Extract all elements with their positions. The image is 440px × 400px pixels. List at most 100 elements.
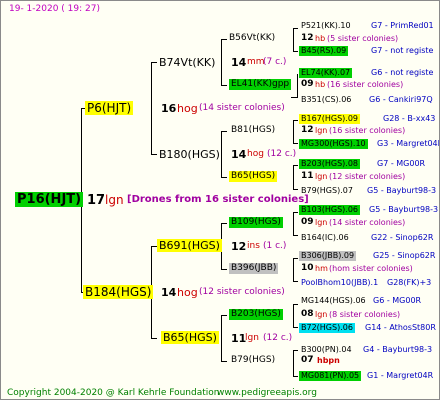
gen1-type: hog bbox=[177, 102, 198, 115]
connector-line bbox=[293, 304, 298, 305]
gen4-node[interactable]: P521(KK).10 bbox=[301, 22, 351, 30]
connector-line bbox=[293, 28, 294, 51]
gen4-info: G3 - Margret04R bbox=[377, 139, 440, 148]
gen4-info: G7 - PrimRed01 bbox=[371, 21, 434, 30]
gen4-node[interactable]: MG300(HGS).10 bbox=[299, 139, 368, 149]
gen3-colonies: (8 sister colonies) bbox=[329, 310, 401, 319]
gen3-colonies: (12 sister colonies) bbox=[329, 172, 406, 181]
gen2-colonies: (7 c.) bbox=[263, 57, 287, 67]
connector-line bbox=[293, 281, 298, 282]
gen4-info: G4 - Bayburt98-3 bbox=[363, 345, 433, 354]
gen4-node[interactable]: B203(HGS).08 bbox=[299, 159, 361, 169]
gen4-info: G6 - MG00R bbox=[373, 296, 422, 305]
connector-line bbox=[221, 39, 227, 40]
gen4-info: G5 - Bayburt98-3 bbox=[369, 205, 439, 214]
connector-line bbox=[221, 269, 227, 270]
gen3-type: hb bbox=[315, 80, 326, 89]
gen3-colonies: (hom sister colonies) bbox=[329, 264, 413, 273]
connector-line bbox=[293, 258, 294, 281]
connector-line bbox=[293, 350, 294, 376]
gen3-type: lgn bbox=[315, 126, 328, 135]
gen2-type: hog bbox=[247, 149, 264, 159]
gen4-info: G5 - Bayburt98-3 bbox=[367, 186, 437, 195]
root-number: 17 bbox=[87, 193, 106, 208]
gen3-type: hbpn bbox=[317, 356, 340, 365]
gen3-node[interactable]: B65(HGS) bbox=[229, 171, 278, 182]
gen3-number: 11 bbox=[301, 171, 314, 181]
gen3-number: 09 bbox=[301, 79, 314, 89]
gen2-node[interactable]: B180(HGS) bbox=[159, 149, 220, 160]
gen3-node[interactable]: B396(JBB) bbox=[229, 263, 279, 274]
gen2-node[interactable]: B65(HGS) bbox=[161, 331, 219, 344]
gen4-info: G28 - B-xx43 bbox=[383, 114, 436, 123]
connector-line bbox=[151, 338, 157, 339]
gen4-info: G6 - not registe bbox=[371, 68, 434, 77]
gen3-number: 12 bbox=[301, 33, 314, 43]
gen3-node[interactable]: B81(HGS) bbox=[231, 126, 275, 135]
connector-line bbox=[293, 189, 298, 190]
gen3-node[interactable]: B109(HGS) bbox=[229, 217, 283, 228]
connector-line bbox=[293, 304, 294, 327]
gen2-number: 12 bbox=[231, 240, 247, 253]
gen4-node[interactable]: B351(CS).06 bbox=[301, 96, 351, 104]
gen3-colonies: (16 sister colonies) bbox=[327, 80, 404, 89]
gen3-node[interactable]: B79(HGS) bbox=[231, 356, 275, 365]
gen2-colonies: (12 c.) bbox=[263, 333, 293, 343]
connector-line bbox=[293, 143, 298, 144]
gen3-number: 09 bbox=[301, 217, 314, 227]
gen4-node[interactable]: MG144(HGS).06 bbox=[301, 297, 366, 305]
footer-site-link[interactable]: www.pedigreeapis.org bbox=[217, 389, 317, 398]
connector-line bbox=[293, 376, 298, 377]
connector-line bbox=[151, 62, 157, 63]
gen4-info: G6 - Cankiri97Q bbox=[369, 95, 433, 104]
connector-line bbox=[293, 212, 298, 213]
gen4-info: G22 - Sinop62R bbox=[371, 233, 434, 242]
connector-line bbox=[293, 327, 298, 328]
gen3-number: 07 bbox=[301, 355, 314, 365]
gen2-node[interactable]: B74Vt(KK) bbox=[159, 57, 215, 68]
gen2-node[interactable]: B691(HGS) bbox=[157, 239, 222, 252]
gen2-colonies: (1 c.) bbox=[263, 241, 287, 251]
gen4-info: G7 - not registe bbox=[371, 46, 434, 55]
gen4-node[interactable]: B45(RS).09 bbox=[299, 46, 349, 56]
gen4-info: G1 - Margret04R bbox=[367, 371, 434, 380]
header-date: 19- 1-2020 ( 19: 27) bbox=[9, 4, 100, 14]
gen4-node[interactable]: B164(IC).06 bbox=[301, 234, 349, 242]
connector-line bbox=[293, 235, 298, 236]
root-type: lgn bbox=[105, 193, 124, 207]
connector-line bbox=[221, 39, 222, 85]
gen4-node[interactable]: B306(JBB).09 bbox=[299, 251, 357, 261]
gen3-node[interactable]: B56Vt(KK) bbox=[229, 34, 275, 43]
gen1-node[interactable]: P6(HJT) bbox=[85, 101, 134, 115]
gen3-number: 10 bbox=[301, 263, 314, 273]
connector-line bbox=[293, 120, 294, 143]
gen1-node[interactable]: B184(HGS) bbox=[83, 285, 154, 299]
connector-line bbox=[297, 74, 298, 97]
gen4-node[interactable]: B79(HGS).07 bbox=[301, 187, 353, 195]
gen2-colonies: (12 c.) bbox=[267, 149, 297, 159]
connector-line bbox=[221, 315, 222, 361]
connector-line bbox=[221, 361, 227, 362]
gen4-node[interactable]: B167(HGS).09 bbox=[299, 114, 361, 124]
gen2-type: lgn bbox=[245, 333, 259, 343]
gen4-node[interactable]: MG081(PN).05 bbox=[299, 371, 362, 381]
gen3-node[interactable]: B203(HGS) bbox=[229, 309, 283, 320]
connector-line bbox=[221, 177, 227, 178]
gen3-node[interactable]: EL41(KK)gpp bbox=[229, 79, 292, 90]
gen4-node[interactable]: B103(HGS).06 bbox=[299, 205, 361, 215]
gen4-node[interactable]: B72(HGS).06 bbox=[299, 323, 355, 333]
connector-line bbox=[293, 165, 298, 166]
gen3-colonies: (5 sister colonies) bbox=[327, 34, 399, 43]
connector-line bbox=[293, 120, 298, 121]
connector-line bbox=[221, 131, 227, 132]
gen4-node[interactable]: B300(PN).04 bbox=[301, 346, 352, 354]
gen4-info: G28(FK)+3 bbox=[387, 278, 432, 287]
gen4-info: G7 - MG00R bbox=[377, 159, 426, 168]
connector-line bbox=[293, 51, 298, 52]
root-node[interactable]: P16(HJT) bbox=[15, 192, 84, 207]
gen4-node[interactable]: PoolBhom10(JBB).1 bbox=[301, 279, 378, 287]
gen4-node[interactable]: EL74(KK).07 bbox=[299, 68, 353, 78]
connector-line bbox=[291, 97, 298, 98]
gen3-type: hb bbox=[315, 34, 326, 43]
gen3-number: 08 bbox=[301, 309, 314, 319]
